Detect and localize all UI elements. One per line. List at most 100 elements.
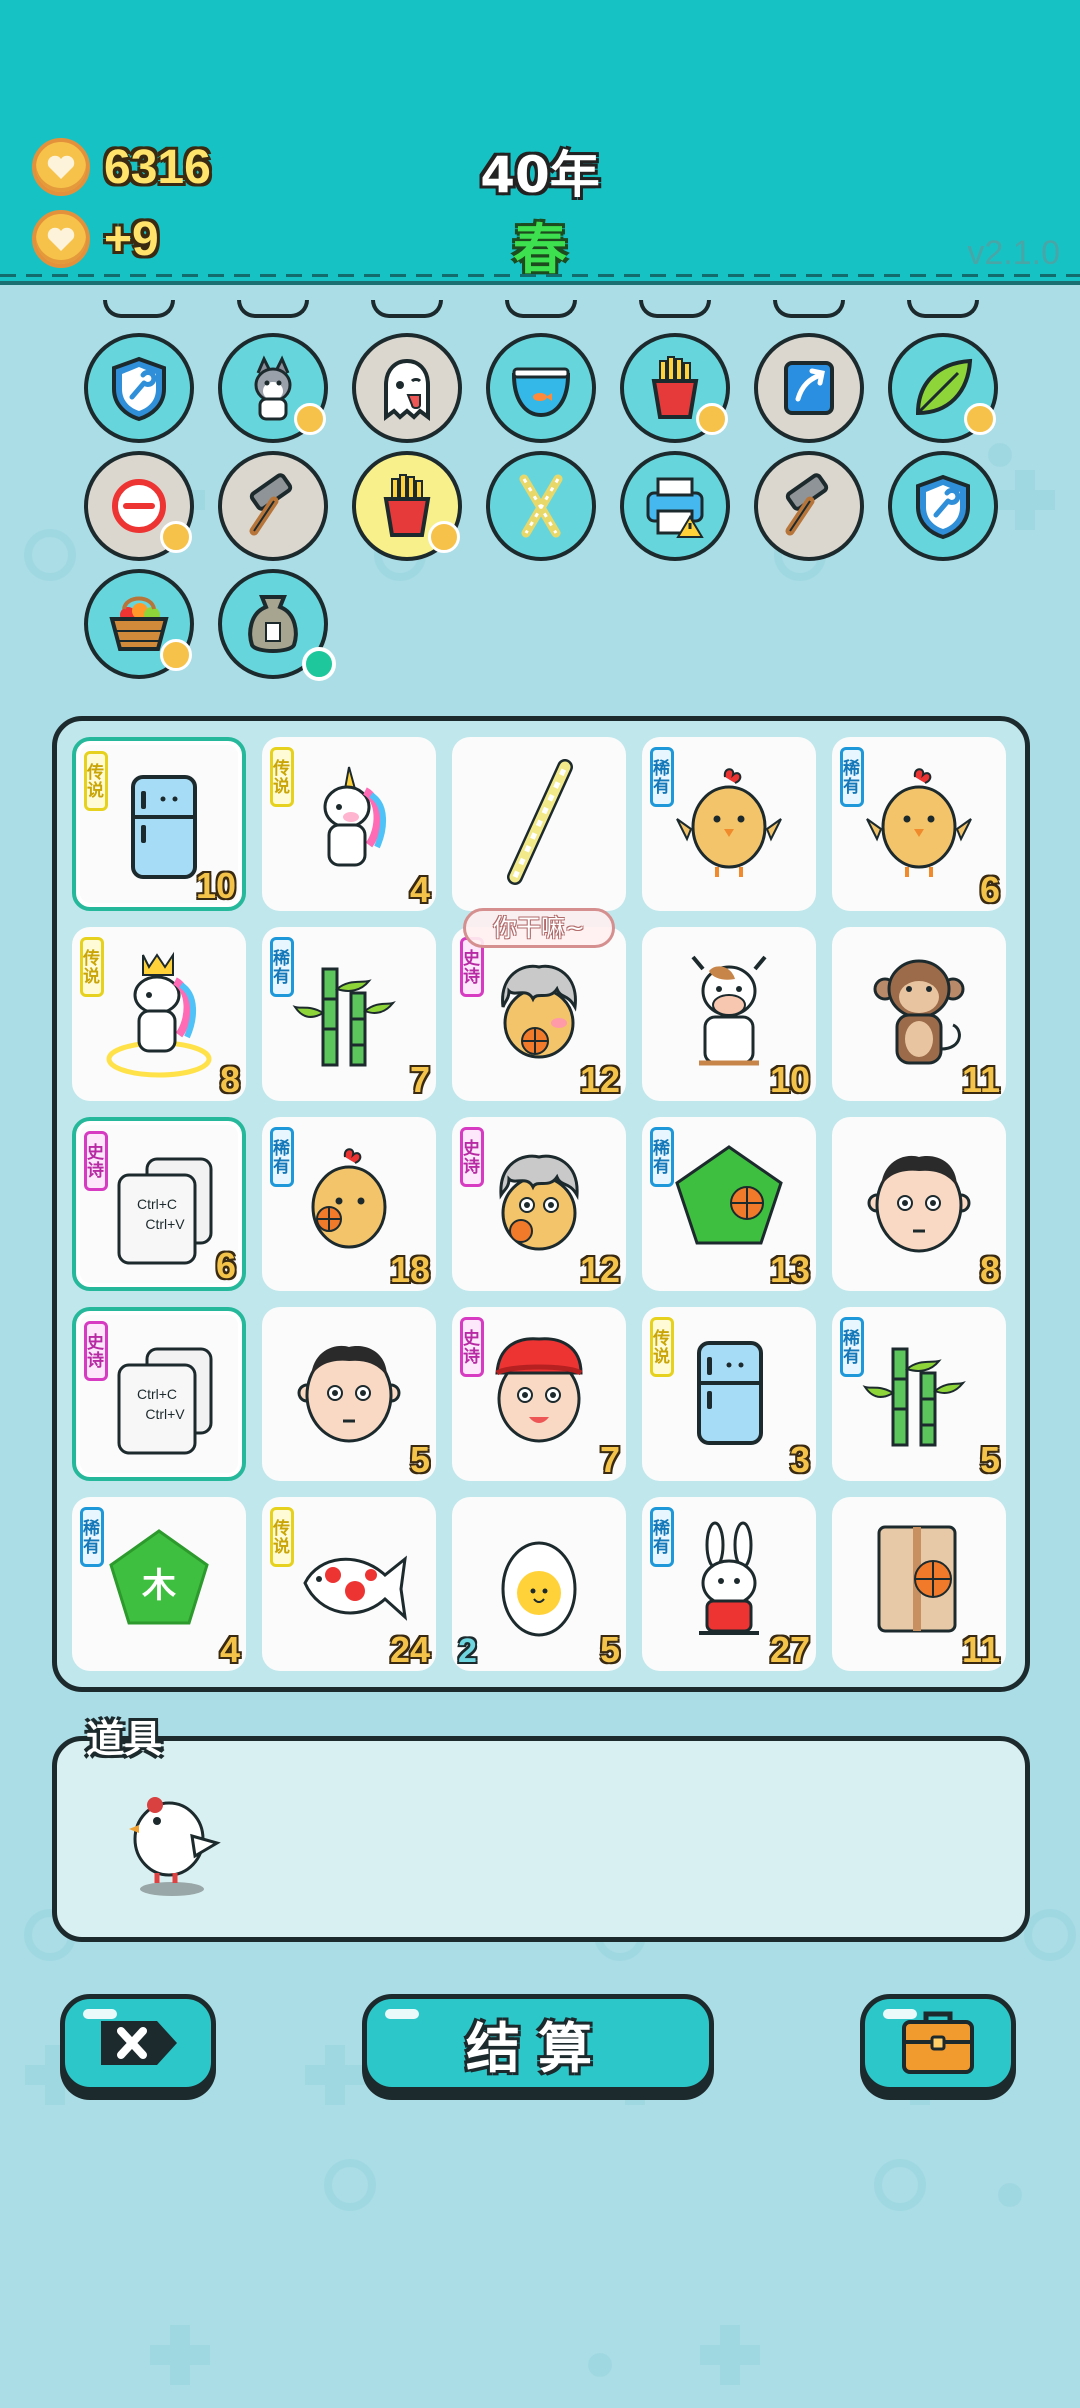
rarity-tag: 传说 [83,751,108,811]
board-cell[interactable]: 10 [642,927,816,1101]
prop-item[interactable] [117,1781,227,1901]
top-bar: 6316 +9 40年 春 v2.1.0 [0,0,1080,285]
egg-icon [501,1541,577,1637]
inventory-items [0,285,1080,685]
inventory-item[interactable] [84,569,194,679]
inventory-item-edge [103,300,175,318]
game-board: 传说 10 传说 4 稀有 稀有 6 传说 8 稀有 7 史诗 12 10 11 Ctrl+C Ctrl+V 史诗… [52,716,1030,1692]
cell-value: 18 [389,1249,430,1290]
rarity-tag: 传说 [269,1507,294,1567]
inventory-item[interactable] [486,333,596,443]
board-cell[interactable]: 传说 4 [262,737,436,911]
inventory-item-edge [907,300,979,318]
rarity-tag: 稀有 [649,1127,674,1187]
board-cell[interactable]: 稀有 27 [642,1497,816,1671]
props-title: 道具 [86,1717,163,1761]
board-cell[interactable]: Ctrl+C Ctrl+V 史诗 6 [72,1117,246,1291]
svg-text:Ctrl+C: Ctrl+C [137,1386,177,1402]
rarity-tag: 稀有 [839,1317,864,1377]
board-cell[interactable]: 52 [452,1497,626,1671]
cell-value: 8 [219,1059,240,1100]
inventory-item[interactable] [218,451,328,561]
board-cell[interactable]: 5 [262,1307,436,1481]
board-cell[interactable]: 史诗 7 [452,1307,626,1481]
board-cell[interactable]: 传说 24 [262,1497,436,1671]
board-cell[interactable]: 8 [832,1117,1006,1291]
board-cell[interactable]: 11 [832,927,1006,1101]
inventory-item[interactable] [486,451,596,561]
board-cell[interactable]: 史诗 12 [452,927,626,1101]
briefcase-icon [902,2011,974,2074]
inventory-item-edge [639,300,711,318]
inventory-item[interactable] [352,333,462,443]
season-label: 春 [513,218,567,281]
bag-button[interactable] [860,1994,1016,2092]
board-cell[interactable]: 稀有 18 [262,1117,436,1291]
heart-badge-icon [294,403,326,435]
heart-badge-icon [696,403,728,435]
arrow-up-card-icon [784,361,834,415]
cell-value: 12 [579,1059,620,1100]
heart-badge-icon [428,521,460,553]
board-cell[interactable]: Ctrl+C Ctrl+V 史诗 [72,1307,246,1481]
board-cell[interactable]: 稀有 [642,737,816,911]
inventory-item[interactable] [218,333,328,443]
board-cell[interactable]: 稀有 7 [262,927,436,1101]
rarity-tag: 稀有 [649,1507,674,1567]
red-cap-face-icon [495,1337,583,1443]
cell-value: 5 [409,1439,430,1480]
board-cell[interactable]: 11 [832,1497,1006,1671]
close-button[interactable] [60,1994,216,2092]
board-cell[interactable]: 木稀有 4 [72,1497,246,1671]
ghost-icon [384,358,430,421]
wood-pentagon-icon: 木 [109,1529,209,1625]
board-cell[interactable] [452,737,626,911]
fishbowl-icon [511,367,571,418]
inventory-item-edge [237,300,309,318]
rarity-tag: 稀有 [79,1507,104,1567]
cell-value: 7 [409,1059,430,1100]
svg-text:木: 木 [141,1566,176,1606]
inventory-item[interactable] [84,333,194,443]
board-cell[interactable]: 传说 8 [72,927,246,1101]
close-x-icon [101,2021,177,2065]
inventory-item[interactable] [218,569,336,681]
cell-value: 4 [409,869,430,910]
straw-icon [507,759,573,885]
inventory-item[interactable] [888,451,998,561]
crossed-sticks-icon [519,474,563,538]
hammer-icon [249,473,293,536]
settle-button-label: 结算 [466,2016,610,2080]
board-cell[interactable]: 稀有 13 [642,1117,816,1291]
cell-value: 5 [599,1629,620,1670]
inventory-item-edge [773,300,845,318]
board-cell[interactable]: 稀有 6 [832,737,1006,911]
board-cell[interactable]: 传说 3 [642,1307,816,1481]
inventory-item[interactable] [352,451,462,561]
svg-text:Ctrl+C: Ctrl+C [137,1196,177,1212]
copy-paste-icon: Ctrl+C Ctrl+V [117,1157,213,1265]
inventory-item[interactable] [620,451,730,561]
inventory-item[interactable] [754,451,864,561]
board-cell[interactable]: 传说 10 [72,737,246,911]
cell-value: 27 [769,1629,810,1670]
board-cell[interactable]: 稀有 5 [832,1307,1006,1481]
rarity-tag: 稀有 [649,747,674,807]
inventory-item[interactable] [620,333,730,443]
board-cell[interactable]: 史诗 12 [452,1117,626,1291]
unicorn-king-icon [106,951,212,1078]
inventory-item[interactable] [888,333,998,443]
rarity-tag: 传说 [649,1317,674,1377]
rarity-tag: 史诗 [83,1131,108,1191]
inventory-item[interactable] [754,333,864,443]
rarity-tag: 史诗 [459,1127,484,1187]
man-face-icon [867,1155,971,1253]
bamboo-icon [292,967,396,1067]
rarity-tag: 传说 [79,937,104,997]
copy-paste-icon: Ctrl+C Ctrl+V [117,1347,213,1455]
cell-value: 12 [579,1249,620,1290]
inventory-item[interactable] [84,451,194,561]
settle-button[interactable]: 结算 [362,1994,714,2092]
rarity-tag: 稀有 [269,937,294,997]
chick-icon [676,768,782,877]
